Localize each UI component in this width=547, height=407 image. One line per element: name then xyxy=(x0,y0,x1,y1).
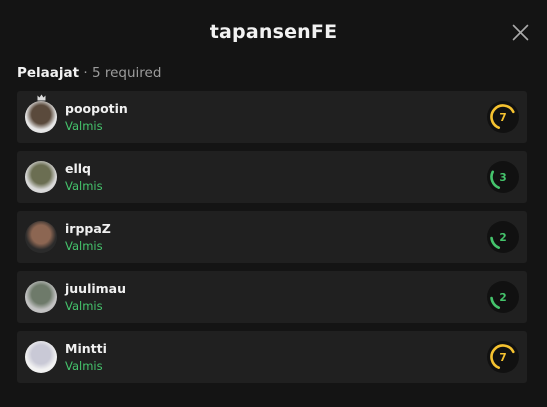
player-status: Valmis xyxy=(65,119,103,133)
skill-level-badge: 2 xyxy=(487,221,519,253)
player-row[interactable]: juulimau Valmis 2 xyxy=(17,271,527,323)
player-name: juulimau xyxy=(65,281,127,296)
player-name: irppaZ xyxy=(65,221,111,236)
skill-level-badge: 3 xyxy=(487,161,519,193)
avatar xyxy=(25,101,57,133)
player-name: poopotin xyxy=(65,101,128,116)
player-name: Mintti xyxy=(65,341,107,356)
skill-level-badge: 2 xyxy=(487,281,519,313)
section-label: Pelaajat xyxy=(17,65,80,81)
avatar xyxy=(25,341,57,373)
player-status: Valmis xyxy=(65,239,103,253)
player-status: Valmis xyxy=(65,299,103,313)
crown-icon xyxy=(37,94,46,101)
player-row[interactable]: poopotin Valmis 7 xyxy=(17,91,527,143)
player-name: ellq xyxy=(65,161,91,176)
skill-level-value: 2 xyxy=(499,232,506,244)
player-status: Valmis xyxy=(65,359,103,373)
skill-level-badge: 7 xyxy=(487,341,519,373)
player-row[interactable]: ellq Valmis 3 xyxy=(17,151,527,203)
player-list: poopotin Valmis 7 ellq Valmis 3 irppaZ V… xyxy=(17,91,527,391)
skill-level-value: 3 xyxy=(499,172,506,184)
avatar xyxy=(25,221,57,253)
skill-level-value: 2 xyxy=(499,292,506,304)
players-section-header: Pelaajat · 5 required xyxy=(17,65,161,81)
player-row[interactable]: irppaZ Valmis 2 xyxy=(17,211,527,263)
modal-title: tapansenFE xyxy=(209,21,338,43)
close-icon[interactable] xyxy=(512,24,529,41)
avatar xyxy=(25,161,57,193)
player-status: Valmis xyxy=(65,179,103,193)
skill-level-value: 7 xyxy=(499,112,506,124)
avatar xyxy=(25,281,57,313)
skill-level-badge: 7 xyxy=(487,101,519,133)
required-count: 5 required xyxy=(91,65,162,81)
player-row[interactable]: Mintti Valmis 7 xyxy=(17,331,527,383)
skill-level-value: 7 xyxy=(499,352,506,364)
section-separator: · xyxy=(83,65,88,81)
